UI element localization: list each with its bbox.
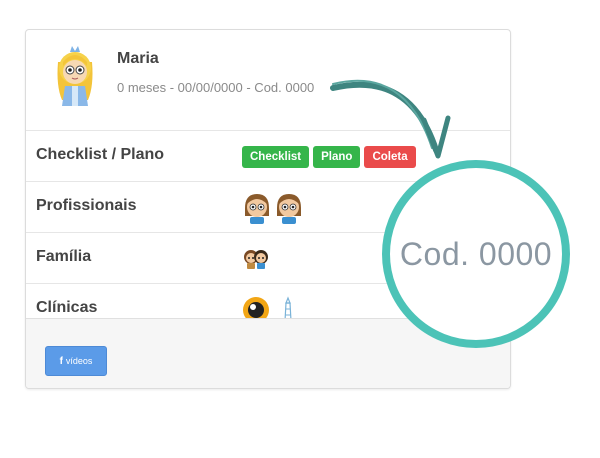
profile-name: Maria (117, 50, 159, 67)
coleta-button[interactable]: Coleta (364, 145, 416, 168)
checklist-button[interactable]: Checklist (242, 145, 310, 168)
princess-avatar-icon (57, 46, 93, 106)
professional-person-icon[interactable] (274, 192, 304, 224)
videos-label: vídeos (65, 356, 93, 366)
row-label-profissionais: Profissionais (36, 197, 137, 214)
family-icon[interactable] (242, 248, 270, 270)
profile-meta: 0 meses - 00/00/0000 - Cod. 0000 (117, 80, 315, 95)
facebook-videos-button[interactable]: f vídeos (45, 346, 107, 376)
profile-header: Maria 0 meses - 00/00/0000 - Cod. 0000 (26, 30, 510, 130)
plano-button[interactable]: Plano (313, 145, 361, 168)
facebook-icon: f (59, 355, 63, 367)
zoom-code-text: Cod. 0000 (399, 235, 553, 272)
checklist-plano-buttons: Checklist Plano Coleta (242, 131, 416, 182)
row-label-checklist-plano: Checklist / Plano (36, 146, 165, 163)
row-label-familia: Família (36, 248, 92, 265)
row-label-clinicas: Clínicas (36, 299, 98, 316)
professional-person-icon[interactable] (242, 192, 272, 224)
zoom-magnifier: Cod. 0000 (382, 160, 570, 348)
familia-icons (242, 233, 270, 284)
profissionais-icons (242, 182, 304, 233)
